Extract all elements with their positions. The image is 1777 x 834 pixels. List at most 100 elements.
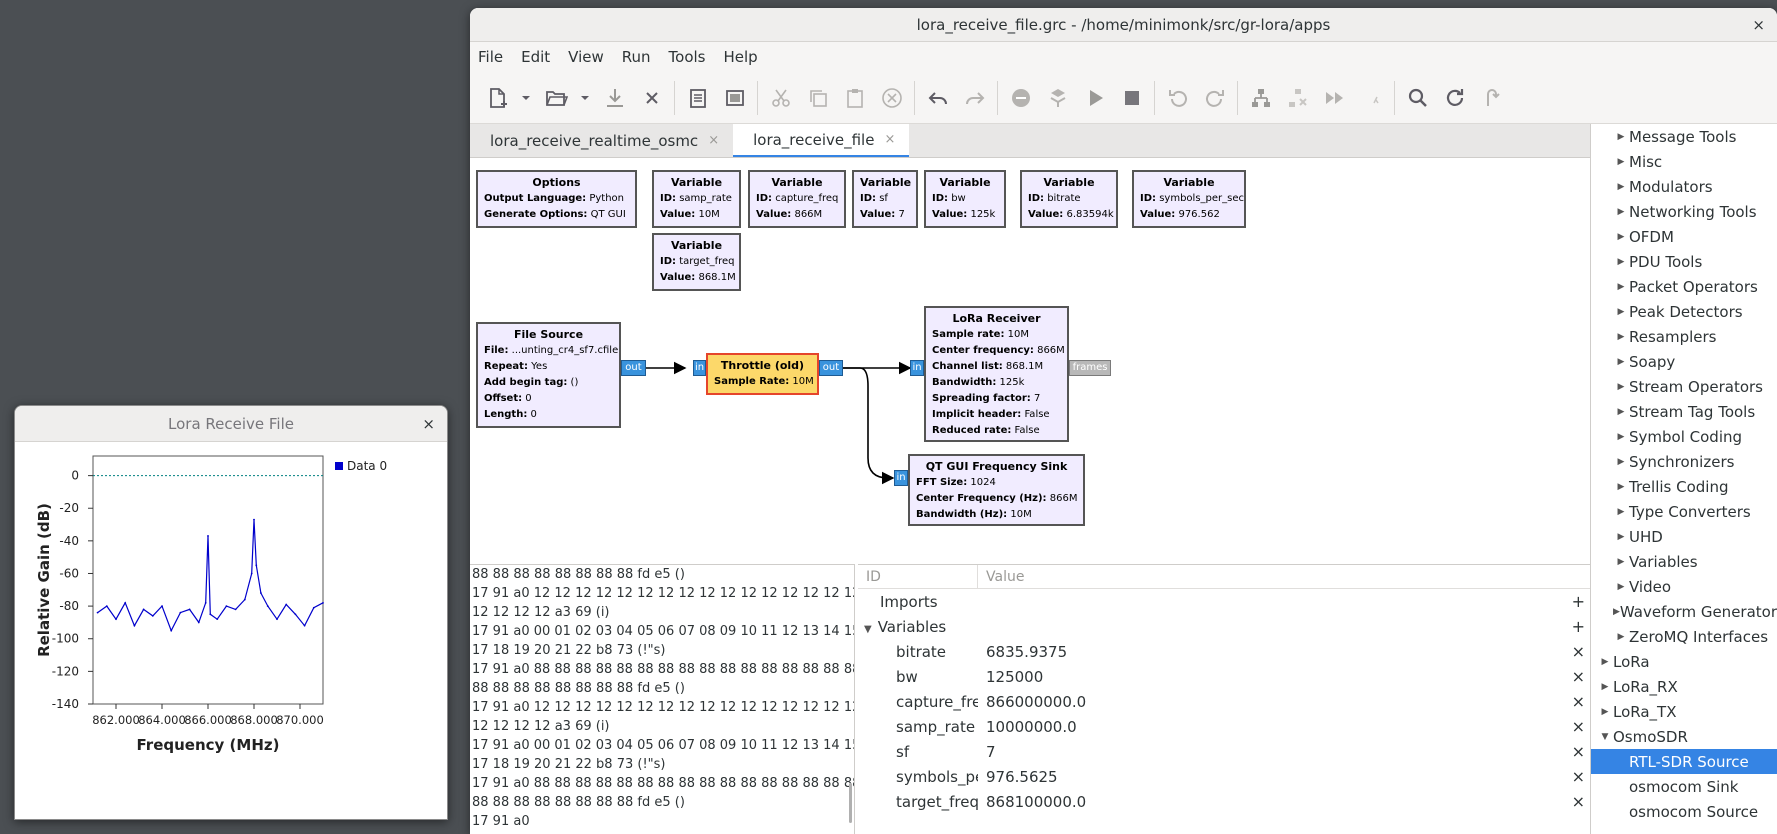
tree-item-trellis-coding[interactable]: ▶ Trellis Coding	[1591, 474, 1777, 499]
tab-close-icon[interactable]: ×	[884, 132, 895, 147]
tab-lora-receive-realtime-osmc[interactable]: lora_receive_realtime_osmc ×	[470, 124, 733, 157]
forward-icon[interactable]	[1316, 80, 1353, 116]
bypass-icon[interactable]	[1039, 80, 1076, 116]
chevron-right-icon[interactable]: ▶	[1613, 307, 1629, 317]
variable-block-target-freq[interactable]: Variable ID: target_freq Value: 868.1M	[652, 233, 741, 291]
rotate-right-icon[interactable]	[1196, 80, 1233, 116]
chevron-down-icon[interactable]: ▼	[864, 624, 872, 635]
undo-icon[interactable]	[919, 80, 956, 116]
tree-item-uhd[interactable]: ▶ UHD	[1591, 524, 1777, 549]
menu-view[interactable]: View	[568, 48, 604, 66]
lora-receiver-block[interactable]: LoRa Receiver Sample rate: 10M Center fr…	[924, 306, 1069, 442]
console-output[interactable]: 88 88 88 88 88 88 88 88 fd e5 () 17 91 a…	[470, 564, 855, 834]
remove-variable-button[interactable]: ×	[1572, 742, 1585, 761]
tree-item-lora-tx[interactable]: ▶ LoRa_TX	[1591, 699, 1777, 724]
variable-block-symbols-per-sec[interactable]: Variable ID: symbols_per_sec Value: 976.…	[1132, 170, 1246, 228]
tree-item-symbol-coding[interactable]: ▶ Symbol Coding	[1591, 424, 1777, 449]
run-icon[interactable]	[1076, 80, 1113, 116]
tree-item-type-converters[interactable]: ▶ Type Converters	[1591, 499, 1777, 524]
dim-icon[interactable]	[1353, 80, 1390, 116]
save-icon[interactable]	[596, 80, 633, 116]
variable-block-bitrate[interactable]: Variable ID: bitrate Value: 6.83594k	[1020, 170, 1118, 228]
variable-row[interactable]: bitrate 6835.9375 ×	[858, 639, 1590, 664]
clipboard-icon[interactable]	[679, 80, 716, 116]
flowgraph-canvas[interactable]: Options Output Language: Python Generate…	[470, 158, 1590, 564]
qt-gui-frequency-sink-block[interactable]: QT GUI Frequency Sink FFT Size: 1024 Cen…	[908, 454, 1085, 526]
variables-section[interactable]: ▼ Variables +	[858, 614, 1590, 639]
chevron-right-icon[interactable]: ▶	[1613, 132, 1629, 142]
variable-block-capture-freq[interactable]: Variable ID: capture_freq Value: 866M	[748, 170, 846, 228]
tree-item-zeromq-interfaces[interactable]: ▶ ZeroMQ Interfaces	[1591, 624, 1777, 649]
tree-item-packet-operators[interactable]: ▶ Packet Operators	[1591, 274, 1777, 299]
throttle-block[interactable]: Throttle (old) Sample Rate: 10M	[706, 353, 819, 395]
cut-icon[interactable]	[762, 80, 799, 116]
chevron-right-icon[interactable]: ▶	[1613, 457, 1629, 467]
chevron-right-icon[interactable]: ▶	[1613, 582, 1629, 592]
menu-help[interactable]: Help	[724, 48, 758, 66]
throttle-in-port[interactable]: in	[693, 360, 706, 376]
chevron-right-icon[interactable]: ▶	[1613, 157, 1629, 167]
variable-row[interactable]: bw 125000 ×	[858, 664, 1590, 689]
remove-variable-button[interactable]: ×	[1572, 667, 1585, 686]
variable-block-sf[interactable]: Variable ID: sf Value: 7	[852, 170, 918, 228]
id-column-header[interactable]: ID	[858, 565, 978, 588]
chevron-right-icon[interactable]: ▶	[1597, 657, 1613, 667]
tab-close-icon[interactable]: ×	[708, 133, 719, 148]
remove-variable-button[interactable]: ×	[1572, 717, 1585, 736]
chevron-right-icon[interactable]: ▶	[1597, 682, 1613, 692]
variable-row[interactable]: capture_freq 866000000.0 ×	[858, 689, 1590, 714]
stop-icon[interactable]	[1113, 80, 1150, 116]
variable-block-samp-rate[interactable]: Variable ID: samp_rate Value: 10M	[652, 170, 741, 228]
chevron-right-icon[interactable]: ▶	[1613, 257, 1629, 267]
value-column-header[interactable]: Value	[978, 569, 1024, 585]
disable-icon[interactable]	[1002, 80, 1039, 116]
chevron-right-icon[interactable]: ▶	[1613, 207, 1629, 217]
close-window-button[interactable]: ×	[1752, 16, 1765, 34]
chevron-right-icon[interactable]: ▶	[1613, 182, 1629, 192]
paste-icon[interactable]	[836, 80, 873, 116]
variable-row[interactable]: target_freq 868100000.0 ×	[858, 789, 1590, 814]
variable-row[interactable]: symbols_per_sec 976.5625 ×	[858, 764, 1590, 789]
tree-item-ofdm[interactable]: ▶ OFDM	[1591, 224, 1777, 249]
tree-item-peak-detectors[interactable]: ▶ Peak Detectors	[1591, 299, 1777, 324]
remove-variable-button[interactable]: ×	[1572, 692, 1585, 711]
open-folder-icon[interactable]	[537, 80, 574, 116]
tree-item-variables[interactable]: ▶ Variables	[1591, 549, 1777, 574]
copy-icon[interactable]	[799, 80, 836, 116]
chevron-right-icon[interactable]: ▶	[1613, 282, 1629, 292]
menu-run[interactable]: Run	[622, 48, 651, 66]
lora-receiver-frames-port[interactable]: frames	[1069, 360, 1111, 376]
tree-item-modulators[interactable]: ▶ Modulators	[1591, 174, 1777, 199]
imports-section[interactable]: Imports +	[858, 589, 1590, 614]
file-source-block[interactable]: File Source File: ...unting_cr4_sf7.cfil…	[476, 322, 621, 428]
rotate-left-icon[interactable]	[1159, 80, 1196, 116]
tree-item-stream-operators[interactable]: ▶ Stream Operators	[1591, 374, 1777, 399]
chevron-right-icon[interactable]: ▶	[1613, 407, 1629, 417]
variable-block-bw[interactable]: Variable ID: bw Value: 125k	[924, 170, 1006, 228]
remove-variable-button[interactable]: ×	[1572, 792, 1585, 811]
search-icon[interactable]	[1399, 80, 1436, 116]
tree-item-message-tools[interactable]: ▶ Message Tools	[1591, 124, 1777, 149]
options-block[interactable]: Options Output Language: Python Generate…	[476, 170, 637, 228]
align-icon[interactable]	[1242, 80, 1279, 116]
chevron-right-icon[interactable]: ▶	[1613, 332, 1629, 342]
freq-sink-in-port[interactable]: in	[894, 470, 908, 486]
tree-item-misc[interactable]: ▶ Misc	[1591, 149, 1777, 174]
delete-icon[interactable]	[873, 80, 910, 116]
dropdown-arrow-icon[interactable]	[574, 80, 596, 116]
tree-item-osmocom-source[interactable]: osmocom Source	[1591, 799, 1777, 824]
tree-item-osmosdr[interactable]: ▼ OsmoSDR	[1591, 724, 1777, 749]
tree-item-lora-rx[interactable]: ▶ LoRa_RX	[1591, 674, 1777, 699]
console-scrollbar[interactable]	[849, 783, 852, 823]
tree-item-soapy[interactable]: ▶ Soapy	[1591, 349, 1777, 374]
tree-item-pdu-tools[interactable]: ▶ PDU Tools	[1591, 249, 1777, 274]
block-library-tree[interactable]: ▶ Message Tools ▶ Misc ▶ Modulators ▶ Networkin…	[1590, 124, 1777, 834]
dropdown-arrow-icon[interactable]	[515, 80, 537, 116]
add-variable-button[interactable]: +	[1572, 617, 1585, 636]
tree-item-rtl-sdr-source[interactable]: RTL-SDR Source	[1591, 749, 1777, 774]
close-plot-button[interactable]: ×	[422, 415, 435, 433]
chevron-right-icon[interactable]: ▶	[1613, 357, 1629, 367]
remove-variable-button[interactable]: ×	[1572, 767, 1585, 786]
chevron-right-icon[interactable]: ▶	[1613, 632, 1629, 642]
frequency-plot[interactable]: 0-20-40-60-80-100-120-140862.000864.0008…	[15, 442, 447, 819]
